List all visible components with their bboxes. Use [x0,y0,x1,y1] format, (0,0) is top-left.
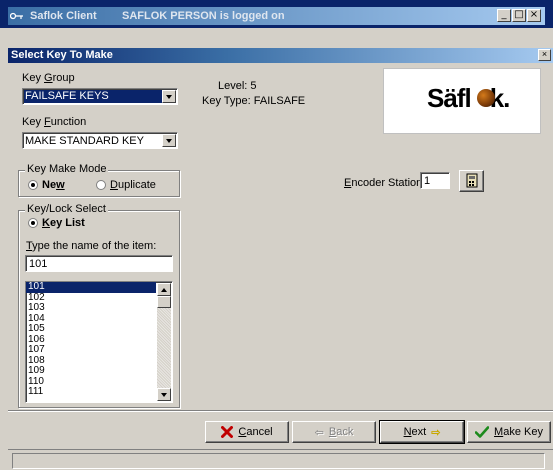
list-item[interactable]: 107 [26,345,156,356]
chevron-down-icon[interactable] [162,90,176,103]
back-label: Back [329,426,353,438]
key-group-label-post: roup [52,72,75,84]
key-list-label-accel: K [42,217,50,229]
key-function-label-pre: Key [22,116,45,128]
mode-new-label: New [42,179,65,191]
list-item[interactable]: 109 [26,366,156,377]
key-group-select[interactable]: FAILSAFE KEYS [22,88,178,105]
search-label-post: ype the name of the item: [32,240,157,252]
key-list-items: 101 102 103 104 105 106 107 108 109 110 111 [26,282,172,398]
maximize-button[interactable]: □ [512,9,526,22]
list-item[interactable]: 108 [26,355,156,367]
encoder-settings-button[interactable] [459,170,484,192]
logo-wordmark: Säfl k. [427,83,510,114]
list-item[interactable]: 102 [26,292,156,304]
key-function-value: MAKE STANDARD KEY [25,135,144,147]
key-list-radio[interactable]: Key List [28,217,85,229]
back-button[interactable]: ⇦ Back [292,421,376,443]
key-group-label-pre: Key [22,72,45,84]
make-key-label-accel: M [494,426,504,438]
list-item[interactable]: 101 [26,282,156,293]
back-label-post: ack [336,426,354,438]
mode-new-label-pre: Ne [42,179,57,191]
mode-new-radio[interactable]: New [28,179,65,191]
mode-duplicate-radio[interactable]: Duplicate [96,179,156,191]
button-bar-divider [8,410,553,412]
level-text: Level: 5 [218,80,257,92]
encoder-label-post: ncoder Station: [351,177,426,189]
dialog-titlebar: Select Key To Make × [8,48,553,63]
key-group-label: Key Group [22,72,75,84]
close-button[interactable]: × [527,9,541,22]
window-controls: _ □ × [497,9,541,22]
list-item[interactable]: 104 [26,313,156,325]
search-label: Type the name of the item: [26,240,156,252]
next-label-post: ext [411,426,427,438]
radio-unselected-icon[interactable] [96,180,106,190]
mode-duplicate-label-accel: D [110,179,118,191]
list-item[interactable]: 106 [26,334,156,346]
cancel-label: Cancel [238,426,272,438]
key-group-label-accel: G [44,72,53,84]
logo-text-a: Säfl [427,83,472,113]
key-list-label: Key List [42,217,85,229]
key-make-mode-legend: Key Make Mode [25,163,109,175]
make-key-label-post: ake Key [503,426,543,438]
next-label: Next [404,426,427,438]
cancel-x-icon [221,426,234,438]
scroll-down-icon[interactable] [157,388,171,401]
encoder-device-icon [466,173,478,188]
key-group-value: FAILSAFE KEYS [24,90,169,103]
list-item[interactable]: 111 [26,387,156,398]
logged-on-status: SAFLOK PERSON is logged on [122,10,285,22]
dialog-close-button[interactable]: × [538,49,551,61]
list-item[interactable]: 103 [26,303,156,314]
key-function-select[interactable]: MAKE STANDARD KEY [22,132,178,149]
key-listbox[interactable]: 101 102 103 104 105 106 107 108 109 110 111 [25,281,173,403]
encoder-station-input[interactable]: 1 [420,172,450,189]
saflok-logo: Säfl k. [383,68,541,134]
cancel-button[interactable]: Cancel [205,421,289,443]
mode-duplicate-label-post: uplicate [117,179,156,191]
listbox-scrollbar[interactable] [157,283,171,401]
key-type-text: Key Type: FAILSAFE [202,95,306,107]
back-arrow-icon: ⇦ [314,426,324,439]
key-function-label-post: unction [50,116,87,128]
make-key-button[interactable]: Make Key [467,421,551,443]
app-title: Saflok Client [30,10,97,22]
key-lock-select-legend: Key/Lock Select [25,203,108,215]
chevron-down-icon[interactable] [162,134,176,147]
next-label-accel: N [403,426,412,438]
search-input[interactable]: 101 [25,255,173,272]
scroll-up-icon[interactable] [157,283,171,296]
key-function-label: Key Function [22,116,86,128]
encoder-station-label: Encoder Station: [344,177,425,189]
dialog-title: Select Key To Make [11,49,113,61]
next-arrow-icon: ⇨ [431,426,441,439]
checkmark-icon [475,426,490,438]
key-icon [10,12,23,20]
list-item[interactable]: 110 [26,376,156,388]
key-list-label-post: ey List [49,217,85,229]
list-item[interactable]: 105 [26,324,156,335]
next-button[interactable]: Next ⇨ [379,420,465,444]
scroll-thumb[interactable] [157,296,171,308]
radio-selected-icon[interactable] [28,218,38,228]
key-function-label-accel: F [44,116,51,128]
app-titlebar: Saflok Client SAFLOK PERSON is logged on… [0,0,553,28]
make-key-label: Make Key [494,426,543,438]
radio-selected-icon[interactable] [28,180,38,190]
mode-duplicate-label: Duplicate [110,179,156,191]
status-bar [8,449,553,470]
status-pane [12,453,545,469]
mode-new-label-accel: w [56,179,65,191]
globe-icon [477,89,495,107]
minimize-button[interactable]: _ [497,9,511,22]
cancel-label-post: ancel [246,426,273,438]
